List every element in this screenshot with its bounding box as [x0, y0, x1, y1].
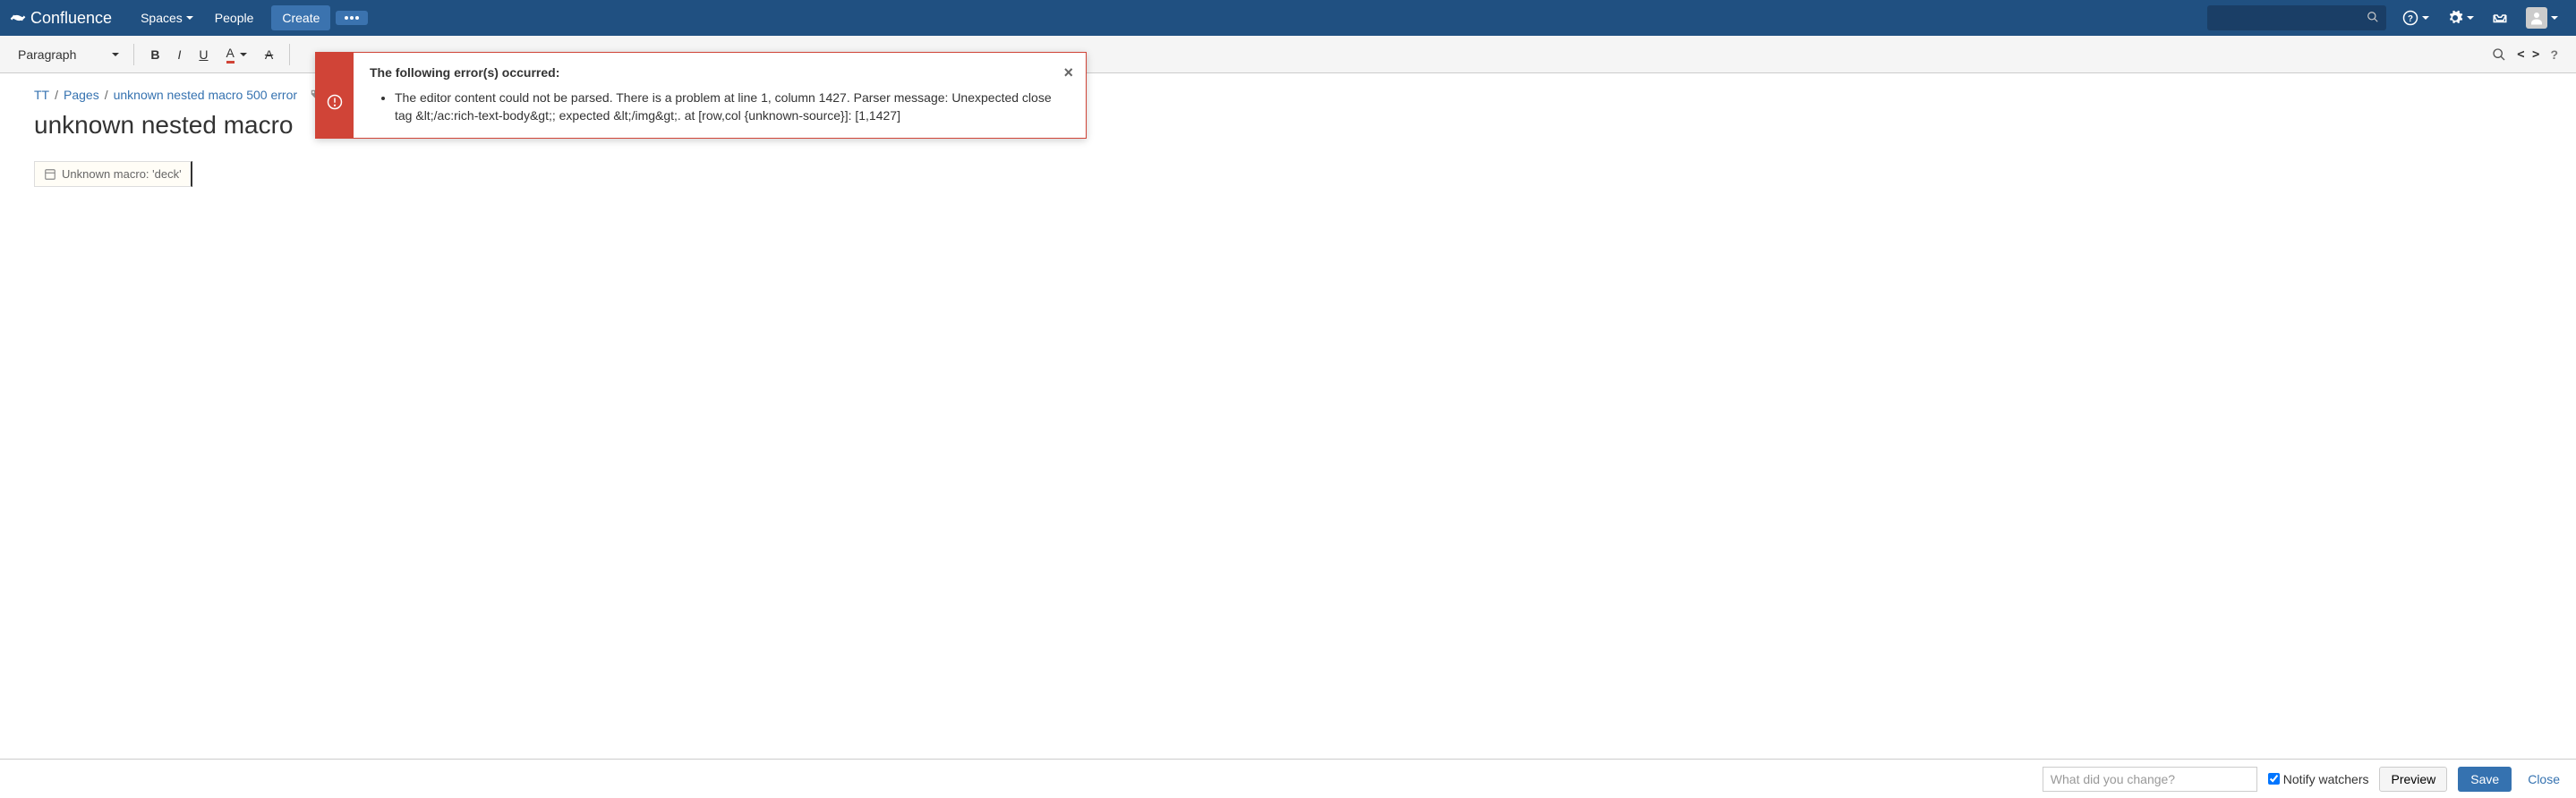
notify-checkbox[interactable]	[2268, 773, 2280, 785]
search-icon	[2367, 11, 2379, 23]
notifications-button[interactable]	[2483, 10, 2517, 26]
breadcrumb-root[interactable]: TT	[34, 88, 49, 102]
help-icon: ?	[2402, 10, 2418, 26]
breadcrumb-pages[interactable]: Pages	[64, 88, 99, 102]
help-button[interactable]: ?	[2550, 47, 2558, 62]
confluence-logo[interactable]: Confluence	[9, 9, 112, 28]
bold-button[interactable]: B	[141, 44, 168, 65]
close-link[interactable]: Close	[2522, 772, 2565, 786]
breadcrumb-sep: /	[55, 88, 58, 102]
text-color-button[interactable]: A	[218, 42, 256, 67]
caret-down-icon	[112, 53, 119, 56]
italic-button[interactable]: I	[169, 44, 191, 65]
settings-menu[interactable]	[2438, 10, 2483, 26]
unknown-macro-chip[interactable]: Unknown macro: 'deck'	[34, 161, 192, 187]
confluence-icon	[9, 9, 27, 27]
error-dialog: × The following error(s) occurred: The e…	[315, 52, 1087, 139]
nav-spaces[interactable]: Spaces	[130, 11, 204, 25]
search-input[interactable]	[2207, 5, 2386, 30]
nav-items: Spaces People Create	[130, 5, 368, 30]
svg-text:?: ?	[2408, 14, 2413, 24]
more-actions-button[interactable]	[336, 11, 368, 25]
source-view-button[interactable]: < >	[2517, 47, 2539, 62]
macro-icon	[44, 168, 56, 181]
app-header: Confluence Spaces People Create ?	[0, 0, 2576, 36]
editor-footer: Notify watchers Preview Save Close	[0, 759, 2576, 798]
error-sidebar	[316, 53, 354, 138]
preview-button[interactable]: Preview	[2379, 767, 2447, 792]
avatar-icon	[2526, 7, 2547, 29]
caret-down-icon	[2551, 16, 2558, 20]
nav-people[interactable]: People	[204, 11, 265, 25]
error-close-button[interactable]: ×	[1063, 64, 1073, 82]
error-message: The editor content could not be parsed. …	[395, 89, 1070, 125]
caret-down-icon	[2467, 16, 2474, 20]
caret-down-icon	[240, 53, 247, 56]
save-button[interactable]: Save	[2458, 767, 2512, 792]
caret-down-icon	[186, 16, 193, 20]
separator	[289, 44, 290, 65]
macro-label: Unknown macro: 'deck'	[62, 167, 182, 181]
inbox-icon	[2492, 10, 2508, 26]
separator	[133, 44, 134, 65]
strikethrough-button[interactable]: A	[256, 44, 282, 65]
change-comment-input[interactable]	[2043, 767, 2257, 792]
error-list: The editor content could not be parsed. …	[370, 89, 1070, 125]
create-button[interactable]: Create	[271, 5, 330, 30]
profile-menu[interactable]	[2517, 7, 2567, 29]
caret-down-icon	[2422, 16, 2429, 20]
error-body: × The following error(s) occurred: The e…	[354, 53, 1086, 138]
search-icon[interactable]	[2492, 47, 2506, 62]
gear-icon	[2447, 10, 2463, 26]
brand-text: Confluence	[30, 9, 112, 28]
format-dropdown[interactable]: Paragraph	[11, 44, 126, 65]
underline-button[interactable]: U	[190, 44, 217, 65]
toolbar-right: < > ?	[2492, 47, 2565, 62]
help-menu[interactable]: ?	[2393, 10, 2438, 26]
ellipsis-icon	[345, 16, 359, 20]
search-wrap	[2207, 5, 2386, 30]
breadcrumb-current[interactable]: unknown nested macro 500 error	[114, 88, 297, 102]
error-icon	[327, 94, 343, 110]
notify-watchers-toggle[interactable]: Notify watchers	[2268, 772, 2369, 786]
breadcrumb-sep: /	[105, 88, 108, 102]
error-title: The following error(s) occurred:	[370, 65, 1070, 80]
